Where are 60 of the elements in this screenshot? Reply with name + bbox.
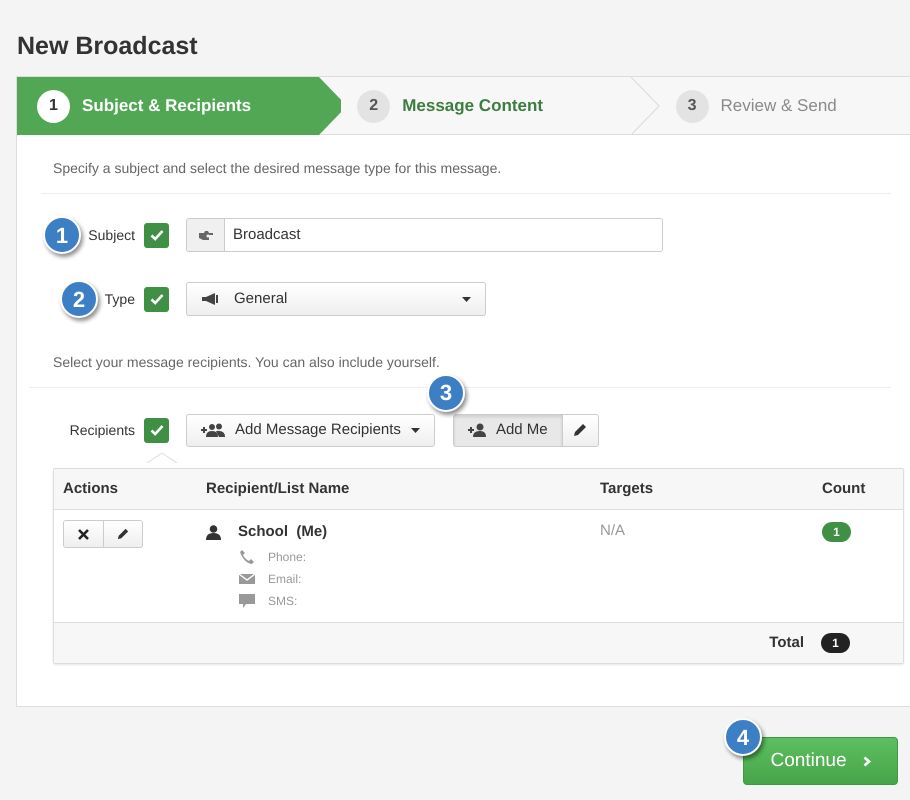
recipient-name: School (Me) [238, 522, 328, 542]
instruction-text: Select your message recipients. You can also include yourself. [52, 353, 441, 372]
total-label: Total [769, 632, 804, 653]
contact-label: Phone: [268, 549, 306, 566]
table-cell-text: N/A [600, 521, 626, 541]
type-dropdown[interactable]: General [186, 282, 486, 316]
add-group-icon [201, 423, 225, 437]
edit-button[interactable] [562, 414, 599, 446]
chevron-right-icon [862, 756, 871, 766]
wizard-step[interactable]: 2 Message Content [341, 77, 660, 135]
contact-label: Email: [268, 571, 302, 588]
phone-icon [238, 549, 256, 565]
pencil-icon [116, 528, 129, 540]
field-label: Subject [88, 226, 135, 245]
column-header: Recipient/List Name [206, 478, 350, 499]
table-pointer-icon [147, 453, 177, 463]
step-label: Message Content [402, 95, 543, 118]
step-number: 2 [357, 90, 390, 122]
caret-icon [462, 296, 471, 302]
add-recipients-button[interactable]: Add Message Recipients [186, 414, 435, 446]
field-label: Recipients [70, 420, 135, 440]
step-number: 3 [676, 90, 709, 122]
add-me-button[interactable]: Add Me [452, 414, 563, 446]
hand-pointer-icon [198, 230, 212, 240]
envelope-icon [238, 571, 256, 587]
count-badge: 1 [822, 522, 851, 542]
instruction-text: Specify a subject and select the desired message type for this message. [52, 159, 502, 178]
callout-badge: 4 [724, 718, 762, 756]
subject-input-field[interactable]: Broadcast [186, 218, 663, 252]
pencil-icon [573, 423, 588, 437]
megaphone-icon [202, 293, 218, 305]
check-icon [150, 229, 164, 241]
close-icon [78, 528, 89, 540]
field-label: Type [104, 290, 135, 309]
remove-button[interactable] [63, 520, 104, 548]
callout-badge: 2 [60, 280, 98, 318]
checkbox[interactable] [144, 286, 169, 312]
column-header: Count [822, 478, 866, 499]
total-badge: 1 [821, 633, 850, 653]
check-icon [150, 424, 164, 436]
step-label: Review & Send [720, 95, 837, 118]
speech-bubble-icon [238, 593, 256, 609]
caret-icon [410, 428, 420, 432]
check-icon [150, 293, 164, 305]
column-header: Targets [600, 478, 654, 499]
callout-badge: 1 [43, 216, 81, 254]
page-title: New Broadcast [17, 31, 198, 62]
checkbox[interactable] [144, 418, 169, 442]
column-header: Actions [63, 478, 120, 499]
dropdown-value: General [234, 288, 288, 309]
edit-button[interactable] [104, 520, 143, 548]
input-value: Broadcast [232, 224, 301, 245]
add-person-icon [468, 423, 486, 437]
callout-badge: 3 [426, 374, 465, 412]
checkbox[interactable] [144, 222, 169, 248]
contact-label: SMS: [268, 593, 298, 610]
person-icon [206, 524, 221, 540]
wizard-step[interactable]: 1 Subject & Recipients [17, 77, 342, 135]
step-label: Subject & Recipients [82, 95, 252, 118]
step-number: 1 [37, 90, 70, 122]
